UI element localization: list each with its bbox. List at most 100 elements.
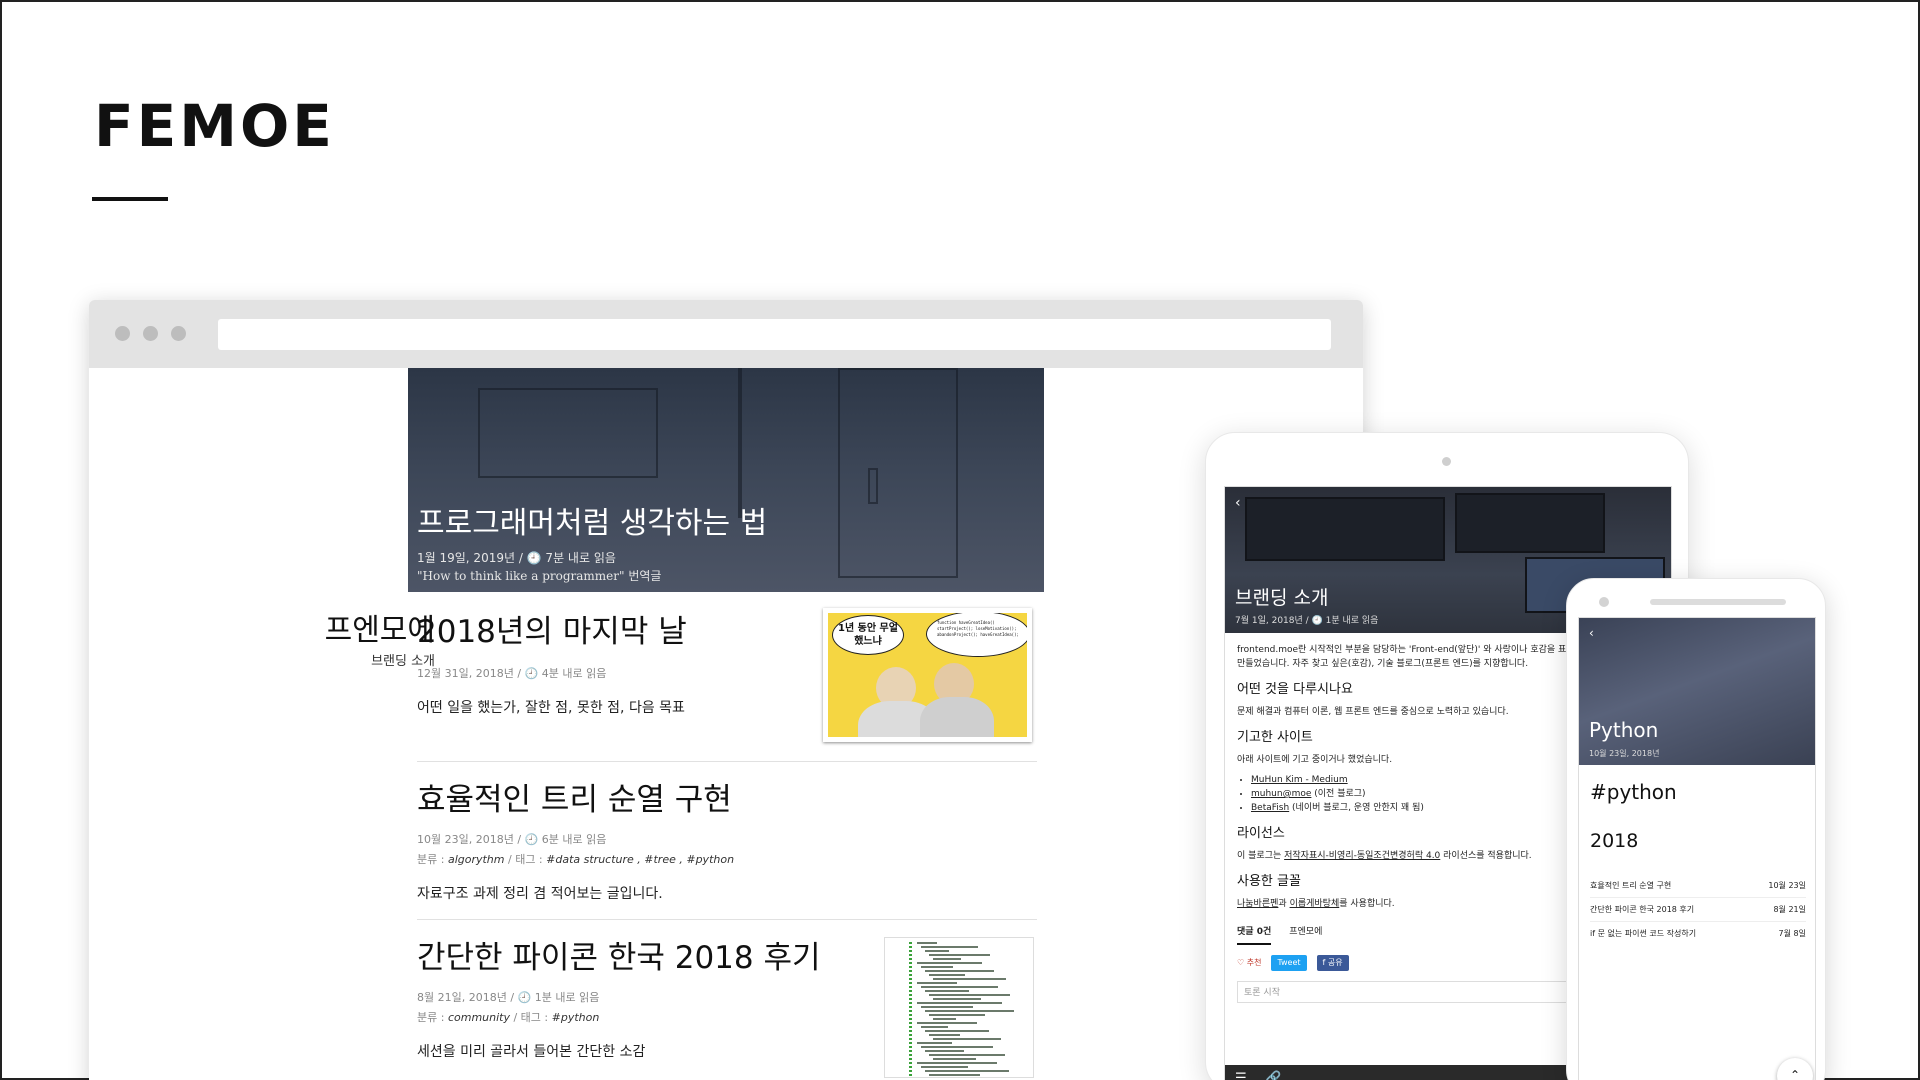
code-gutter-mark bbox=[909, 1002, 912, 1004]
list-item[interactable]: 간단한 파이콘 한국 2018 후기 8월 21일 bbox=[1590, 898, 1806, 922]
code-line bbox=[933, 978, 1006, 980]
comic-code-bubble: function haveGreatIdea() startProject();… bbox=[926, 613, 1027, 657]
window-maximize-dot[interactable] bbox=[171, 326, 186, 341]
post-thumbnail-comic[interactable]: 1년 동안 무얼 했느냐 function haveGreatIdea() st… bbox=[823, 608, 1032, 742]
list-item-title: 간단한 파이콘 한국 2018 후기 bbox=[1590, 905, 1695, 914]
code-gutter-mark bbox=[909, 950, 912, 952]
category-prefix: 분류 : bbox=[417, 853, 448, 866]
tablet-page-meta: 7월 1일, 2018년 / 🕘 1분 내로 읽음 bbox=[1235, 616, 1379, 626]
site-link[interactable]: muhun@moe bbox=[1251, 789, 1311, 799]
code-gutter-mark bbox=[909, 946, 912, 948]
site-note: (이전 블로그) bbox=[1311, 789, 1366, 799]
code-gutter-mark bbox=[909, 1058, 912, 1060]
post-title[interactable]: 효율적인 트리 순열 구현 bbox=[417, 774, 1037, 819]
tab-community[interactable]: 프엔모에 bbox=[1289, 925, 1322, 945]
phone-screen: ‹ Python 10월 23일, 2018년 #python 2018 효율적… bbox=[1578, 617, 1816, 1080]
code-line bbox=[917, 1062, 997, 1064]
window-close-dot[interactable] bbox=[115, 326, 130, 341]
code-gutter-mark bbox=[909, 986, 912, 988]
code-gutter-mark bbox=[909, 994, 912, 996]
list-item[interactable]: 효율적인 트리 순열 구현 10월 23일 bbox=[1590, 874, 1806, 898]
code-line bbox=[925, 970, 994, 972]
list-item-title: 효율적인 트리 순열 구현 bbox=[1590, 881, 1672, 890]
facebook-share-button[interactable]: f 공유 bbox=[1316, 955, 1349, 971]
post-divider bbox=[417, 761, 1037, 762]
code-gutter-mark bbox=[909, 1014, 912, 1016]
code-line bbox=[917, 1042, 952, 1044]
code-gutter-mark bbox=[909, 966, 912, 968]
code-line bbox=[925, 950, 949, 952]
code-line bbox=[929, 954, 990, 956]
hero-post-subtitle: "How to think like a programmer" 번역글 bbox=[417, 569, 662, 583]
hero-post-meta: 1월 19일, 2019년 / 🕘 7분 내로 읽음 bbox=[417, 551, 616, 565]
code-line bbox=[929, 994, 1010, 996]
recommend-button[interactable]: ♡ 추천 bbox=[1237, 956, 1261, 970]
code-gutter-mark bbox=[909, 978, 912, 980]
post-thumbnail-code[interactable] bbox=[884, 937, 1034, 1078]
code-gutter-mark bbox=[909, 942, 912, 944]
code-gutter-mark bbox=[909, 1074, 912, 1076]
comic-speech-bubble: 1년 동안 무얼 했느냐 bbox=[832, 615, 904, 655]
code-gutter-mark bbox=[909, 1046, 912, 1048]
code-gutter-mark bbox=[909, 1066, 912, 1068]
tweet-button[interactable]: Tweet bbox=[1271, 955, 1307, 971]
code-gutter-mark bbox=[909, 958, 912, 960]
desktop-browser-mockup: 프로그래머처럼 생각하는 법 1월 19일, 2019년 / 🕘 7분 내로 읽… bbox=[89, 300, 1363, 1080]
sidebar-branding-link[interactable]: 브랜딩 소개 bbox=[249, 650, 435, 669]
site-link[interactable]: BetaFish bbox=[1251, 803, 1289, 813]
brand-title: FEMOE bbox=[94, 92, 335, 160]
phone-post-list: 효율적인 트리 순열 구현 10월 23일 간단한 파이콘 한국 2018 후기 8… bbox=[1590, 874, 1806, 945]
site-note: (네이버 블로그, 운영 안한지 꽤 됨) bbox=[1289, 803, 1424, 813]
list-item-date: 10월 23일 bbox=[1768, 881, 1806, 890]
code-line bbox=[921, 946, 978, 948]
code-gutter-mark bbox=[909, 1022, 912, 1024]
menu-icon[interactable]: ☰ bbox=[1235, 1071, 1247, 1080]
hero-illustration bbox=[478, 388, 658, 478]
category-link[interactable]: community bbox=[448, 1011, 510, 1024]
post-meta: 10월 23일, 2018년 / 🕘 6분 내로 읽음 bbox=[417, 833, 607, 846]
back-arrow-icon[interactable]: ‹ bbox=[1589, 626, 1594, 640]
phone-mockup: ‹ Python 10월 23일, 2018년 #python 2018 효율적… bbox=[1566, 578, 1826, 1080]
hero-monitor bbox=[1245, 497, 1445, 561]
tag-links[interactable]: #python bbox=[552, 1011, 600, 1024]
code-gutter-mark bbox=[909, 1034, 912, 1036]
hero-illustration-line bbox=[738, 368, 742, 518]
address-bar[interactable] bbox=[218, 319, 1331, 350]
sidebar-blog-name[interactable]: 프엔모에 bbox=[249, 605, 435, 649]
font-link[interactable]: 이롭게바탕체 bbox=[1290, 899, 1340, 909]
code-line bbox=[921, 1026, 948, 1028]
comic-young-monk-body bbox=[920, 697, 994, 737]
code-gutter-mark bbox=[909, 982, 912, 984]
code-gutter-mark bbox=[909, 1026, 912, 1028]
code-gutter-mark bbox=[909, 974, 912, 976]
code-gutter-mark bbox=[909, 1006, 912, 1008]
window-minimize-dot[interactable] bbox=[143, 326, 158, 341]
category-prefix: 분류 : bbox=[417, 1011, 448, 1024]
list-item-date: 8월 21일 bbox=[1773, 905, 1806, 914]
hero-illustration-door bbox=[838, 368, 958, 578]
link-icon[interactable]: 🔗 bbox=[1265, 1071, 1281, 1080]
font-link[interactable]: 나눔바른펜 bbox=[1237, 899, 1278, 909]
back-arrow-icon[interactable]: ‹ bbox=[1235, 495, 1241, 511]
list-item-date: 7월 8일 bbox=[1778, 929, 1806, 938]
code-line bbox=[917, 942, 937, 944]
hero-post-title[interactable]: 프로그래머처럼 생각하는 법 bbox=[417, 498, 767, 542]
post-item[interactable]: 효율적인 트리 순열 구현 10월 23일, 2018년 / 🕘 6분 내로 읽… bbox=[417, 774, 1037, 903]
code-line bbox=[929, 1054, 1005, 1056]
code-line bbox=[925, 1010, 1014, 1012]
tag-links[interactable]: #data structure , #tree , #python bbox=[546, 853, 734, 866]
code-gutter-mark bbox=[909, 970, 912, 972]
code-line bbox=[933, 1058, 976, 1060]
tab-comments[interactable]: 댓글 0건 bbox=[1237, 925, 1272, 945]
code-gutter-mark bbox=[909, 1050, 912, 1052]
license-link[interactable]: 저작자표시-비영리-동일조건변경허락 4.0 bbox=[1284, 851, 1440, 861]
hero-post[interactable]: 프로그래머처럼 생각하는 법 1월 19일, 2019년 / 🕘 7분 내로 읽… bbox=[408, 368, 1044, 592]
code-line bbox=[917, 962, 982, 964]
list-item-title: if 문 없는 파이썬 코드 작성하기 bbox=[1590, 929, 1697, 938]
site-link[interactable]: MuHun Kim - Medium bbox=[1251, 775, 1348, 785]
scroll-to-top-button[interactable]: ⌃ bbox=[1777, 1058, 1813, 1080]
year-heading: 2018 bbox=[1590, 830, 1639, 852]
category-link[interactable]: algorythm bbox=[448, 853, 505, 866]
list-item[interactable]: if 문 없는 파이썬 코드 작성하기 7월 8일 bbox=[1590, 922, 1806, 945]
code-gutter-mark bbox=[909, 962, 912, 964]
